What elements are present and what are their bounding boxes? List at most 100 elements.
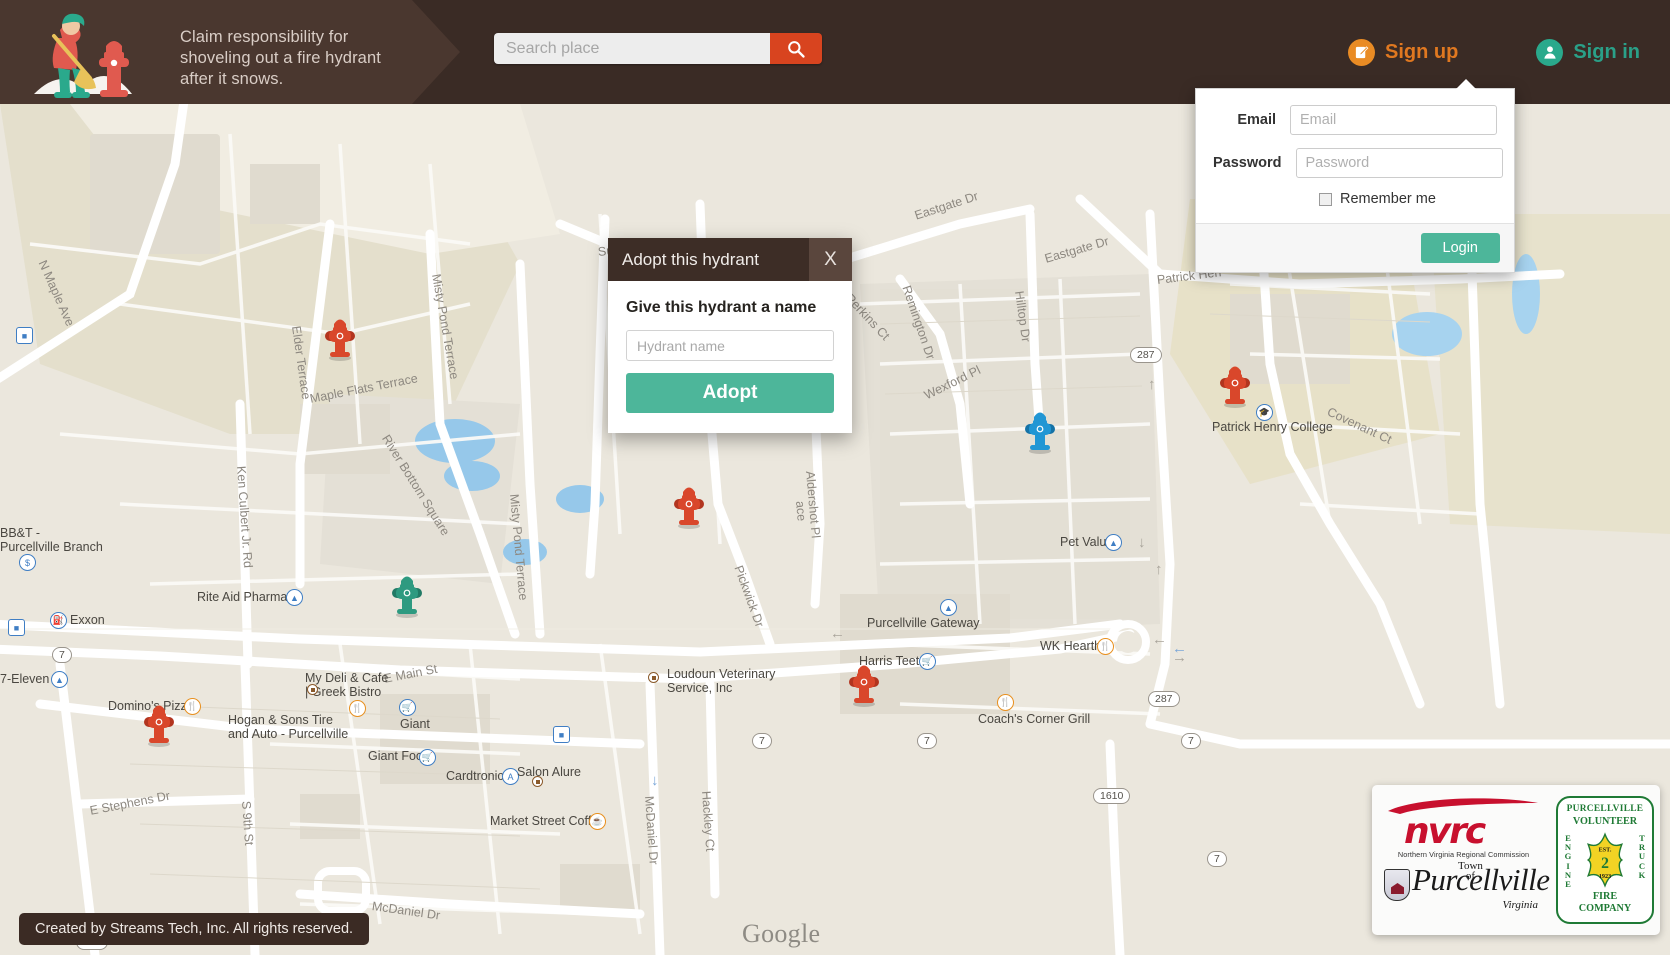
route-shield: 7 [1207,851,1227,867]
search-bar[interactable] [494,33,822,64]
user-avatar-icon [1536,38,1564,66]
shoveler-and-hydrant-logo[interactable] [14,6,144,102]
password-row: Password [1213,148,1503,178]
restaurant-icon[interactable]: 🍴 [1097,638,1114,655]
restaurant-icon[interactable]: 🍴 [997,694,1014,711]
hydrant-marker[interactable] [323,313,357,361]
hydrant-adoption-app: N Maple Ave Elder Terrace Maple Flats Terr… [0,0,1670,955]
route-shield: 287 [1130,347,1162,363]
transit-icon: ■ [16,327,33,344]
direction-arrow-icon: ← [830,625,845,642]
purcellville-wordmark: Town of Purcellville Virginia [1412,861,1550,912]
modal-title: Adopt this hydrant [622,249,760,269]
place-dot[interactable] [648,672,659,683]
login-button[interactable]: Login [1420,233,1500,263]
modal-subtitle: Give this hydrant a name [626,299,817,316]
grocery-icon[interactable]: 🛒 [919,653,936,670]
direction-arrow-icon: ↑ [1155,561,1163,578]
password-field[interactable] [1295,148,1503,178]
sign-in-label: Sign in [1573,40,1640,63]
hydrant-marker[interactable] [390,570,424,618]
cafe-icon[interactable]: ☕ [589,813,606,830]
gas-icon[interactable]: ⛽ [50,612,67,629]
hydrant-marker[interactable] [1023,406,1057,454]
modal-body: Give this hydrant a name Adopt [608,281,852,433]
hydrant-name-input[interactable] [626,330,834,361]
route-shield: 7 [52,647,72,663]
maltese-cross-icon: EST. 2 1923 [1586,832,1624,888]
sign-up-label: Sign up [1385,40,1459,63]
close-icon[interactable]: X [809,238,852,281]
adopt-hydrant-modal: Adopt this hydrant X Give this hydrant a… [608,238,852,433]
credit-banner: Created by Streams Tech, Inc. All rights… [19,913,370,945]
place-dot[interactable] [532,776,543,787]
atm-icon[interactable]: A [502,768,519,785]
pvfc-fire-word: FIRE [1592,891,1618,902]
tagline: Claim responsibility for shoveling out a… [180,28,381,88]
remember-me-row[interactable]: Remember me [1213,191,1497,207]
transit-icon: ■ [8,619,25,636]
email-field[interactable] [1290,105,1497,135]
shop-icon[interactable]: ▲ [940,599,957,616]
shop-icon[interactable]: ▲ [286,589,303,606]
shop-icon[interactable]: ▲ [1105,534,1122,551]
search-button[interactable] [770,33,822,64]
nvrc-wordmark: nvrc [1404,811,1486,852]
grocery-icon[interactable]: 🛒 [419,749,436,766]
school-icon[interactable]: 🎓 [1256,404,1273,421]
place-dot[interactable] [307,684,318,695]
map-attribution: Google [742,919,821,948]
purcellville-crest-icon [1384,869,1410,901]
hydrant-marker[interactable] [1218,360,1252,408]
restaurant-icon[interactable]: 🍴 [349,700,366,717]
transit-icon: ■ [553,726,570,743]
pvfc-number-text: 2 [1601,855,1609,872]
email-label: Email [1237,112,1276,128]
purcellville-volunteer-fire-company-logo: PURCELLVILLE VOLUNTEER ENGINE TRUCK EST.… [1556,796,1654,924]
login-dropdown: Email Password Remember me Login [1195,79,1515,273]
password-label: Password [1213,155,1282,171]
grocery-icon[interactable]: 🛒 [399,699,416,716]
direction-arrow-icon: ↑ [1148,376,1156,393]
route-shield: 7 [752,733,772,749]
signup-pencil-icon [1348,38,1375,66]
direction-arrow-icon: → [1172,649,1187,666]
shop-icon[interactable]: ▲ [51,671,68,688]
town-of-purcellville-logo: Town of Purcellville Virginia [1384,861,1550,912]
hydrant-marker[interactable] [142,699,176,747]
pvfc-bottom-text: FIRE COMPANY [1558,891,1652,914]
sponsor-left-column: nvrc Northern Virginia Regional Commissi… [1372,785,1550,935]
modal-header: Adopt this hydrant X [608,238,852,281]
search-input[interactable] [494,33,770,64]
sign-in-link[interactable]: Sign in [1536,38,1640,66]
bank-icon[interactable]: $ [19,554,36,571]
login-footer: Login [1196,223,1514,272]
sponsor-logos: nvrc Northern Virginia Regional Commissi… [1372,785,1660,935]
purcellville-state: Virginia [1502,899,1538,911]
remember-me-label: Remember me [1340,191,1436,207]
restaurant-icon[interactable]: 🍴 [184,698,201,715]
remember-me-checkbox[interactable] [1319,192,1332,206]
nvrc-logo: nvrc Northern Virginia Regional Commissi… [1386,797,1541,859]
sign-up-link[interactable]: Sign up [1348,38,1459,66]
direction-arrow-icon: ↓ [1138,534,1146,551]
logo-illustration-icon [34,13,132,98]
route-shield: 1610 [1093,788,1131,804]
pvfc-year-text: 1923 [1599,874,1611,880]
sponsor-right-column: PURCELLVILLE VOLUNTEER ENGINE TRUCK EST.… [1550,785,1660,935]
search-icon [788,40,805,58]
dropdown-caret-icon [1455,79,1477,90]
direction-arrow-icon: ↓ [651,772,659,789]
hydrant-marker[interactable] [847,659,881,707]
adopt-button[interactable]: Adopt [626,373,834,413]
purcellville-town-line: Town of [1458,861,1483,882]
route-shield: 287 [1148,691,1180,707]
pvfc-truck-word: TRUCK [1638,833,1646,880]
hydrant-marker[interactable] [672,481,706,529]
route-shield: 7 [917,733,937,749]
pvfc-engine-word: ENGINE [1564,833,1572,890]
pvfc-line1: PURCELLVILLE [1566,804,1644,814]
email-row: Email [1213,105,1497,135]
route-shield: 7 [1181,733,1201,749]
pvfc-company-word: COMPANY [1578,902,1632,914]
